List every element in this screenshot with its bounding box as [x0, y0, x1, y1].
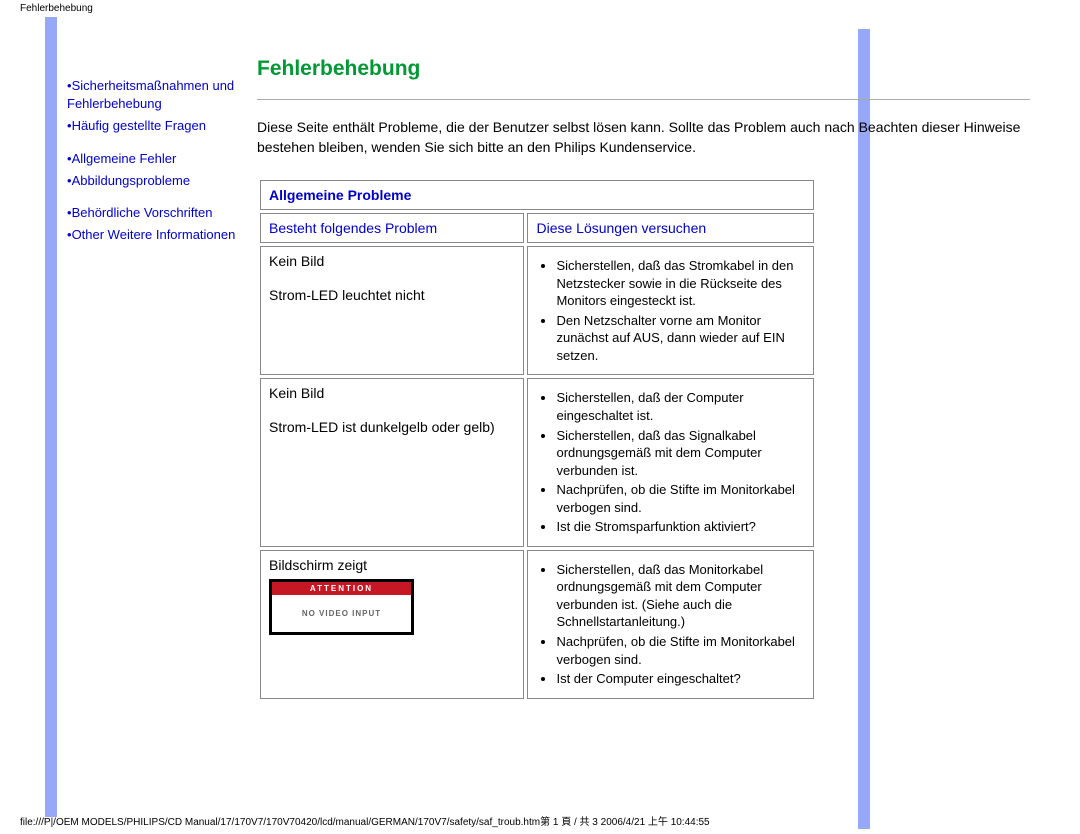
problems-table: Allgemeine Probleme Besteht folgendes Pr…: [257, 177, 817, 701]
problem-line: Strom-LED leuchtet nicht: [269, 287, 515, 303]
sidebar: •Sicherheitsmaßnahmen und Fehlerbehebung…: [45, 17, 257, 702]
solution-item: Nachprüfen, ob die Stifte im Monitorkabe…: [556, 481, 805, 516]
footer-path: file:///P|/OEM MODELS/PHILIPS/CD Manual/…: [20, 813, 710, 828]
column-header-problem: Besteht folgendes Problem: [260, 213, 524, 243]
sidebar-link-display-problems[interactable]: •Abbildungsprobleme: [67, 172, 257, 190]
sidebar-link-faq[interactable]: •Häufig gestellte Fragen: [67, 117, 257, 135]
column-header-solution: Diese Lösungen versuchen: [527, 213, 814, 243]
solution-item: Sicherstellen, daß das Signalkabel ordnu…: [556, 427, 805, 480]
divider: [257, 99, 1030, 100]
solution-item: Sicherstellen, daß der Computer eingesch…: [556, 389, 805, 424]
sidebar-link-other-info[interactable]: •Other Weitere Informationen: [67, 226, 257, 244]
problem-cell: Kein Bild Strom-LED ist dunkelgelb oder …: [260, 378, 524, 546]
screen-message: NO VIDEO INPUT: [272, 595, 411, 632]
problem-line: Kein Bild: [269, 385, 515, 401]
solution-item: Sicherstellen, daß das Stromkabel in den…: [556, 257, 805, 310]
solution-item: Ist der Computer eingeschaltet?: [556, 670, 805, 688]
container: •Sicherheitsmaßnahmen und Fehlerbehebung…: [0, 17, 1080, 702]
solution-cell: Sicherstellen, daß das Stromkabel in den…: [527, 246, 814, 375]
sidebar-link-safety[interactable]: •Sicherheitsmaßnahmen und Fehlerbehebung: [67, 77, 257, 113]
header-label: Fehlerbehebung: [0, 0, 1080, 17]
main-content: Fehlerbehebung Diese Seite enthält Probl…: [257, 17, 1050, 702]
sidebar-link-regulatory[interactable]: •Behördliche Vorschriften: [67, 204, 257, 222]
table-row: Kein Bild Strom-LED leuchtet nicht Siche…: [260, 246, 814, 375]
problem-line: Strom-LED ist dunkelgelb oder gelb): [269, 419, 515, 435]
solution-item: Sicherstellen, daß das Monitorkabel ordn…: [556, 561, 805, 631]
solution-cell: Sicherstellen, daß der Computer eingesch…: [527, 378, 814, 546]
problem-cell: Kein Bild Strom-LED leuchtet nicht: [260, 246, 524, 375]
intro-text: Diese Seite enthält Probleme, die der Be…: [257, 118, 1030, 157]
sidebar-link-general-errors[interactable]: •Allgemeine Fehler: [67, 150, 257, 168]
table-row: Bildschirm zeigt ATTENTION NO VIDEO INPU…: [260, 550, 814, 699]
table-row: Kein Bild Strom-LED ist dunkelgelb oder …: [260, 378, 814, 546]
screen-attention-bar: ATTENTION: [272, 582, 411, 595]
problem-line: Bildschirm zeigt: [269, 557, 515, 573]
solution-cell: Sicherstellen, daß das Monitorkabel ordn…: [527, 550, 814, 699]
problem-cell: Bildschirm zeigt ATTENTION NO VIDEO INPU…: [260, 550, 524, 699]
solution-item: Ist die Stromsparfunktion aktiviert?: [556, 518, 805, 536]
left-sidebar-bar: [45, 17, 57, 817]
solution-item: Den Netzschalter vorne am Monitor zunäch…: [556, 312, 805, 365]
page-title: Fehlerbehebung: [257, 57, 1030, 81]
solution-item: Nachprüfen, ob die Stifte im Monitorkabe…: [556, 633, 805, 668]
screen-error-box: ATTENTION NO VIDEO INPUT: [269, 579, 414, 635]
section-header: Allgemeine Probleme: [260, 180, 814, 210]
problem-line: Kein Bild: [269, 253, 515, 269]
